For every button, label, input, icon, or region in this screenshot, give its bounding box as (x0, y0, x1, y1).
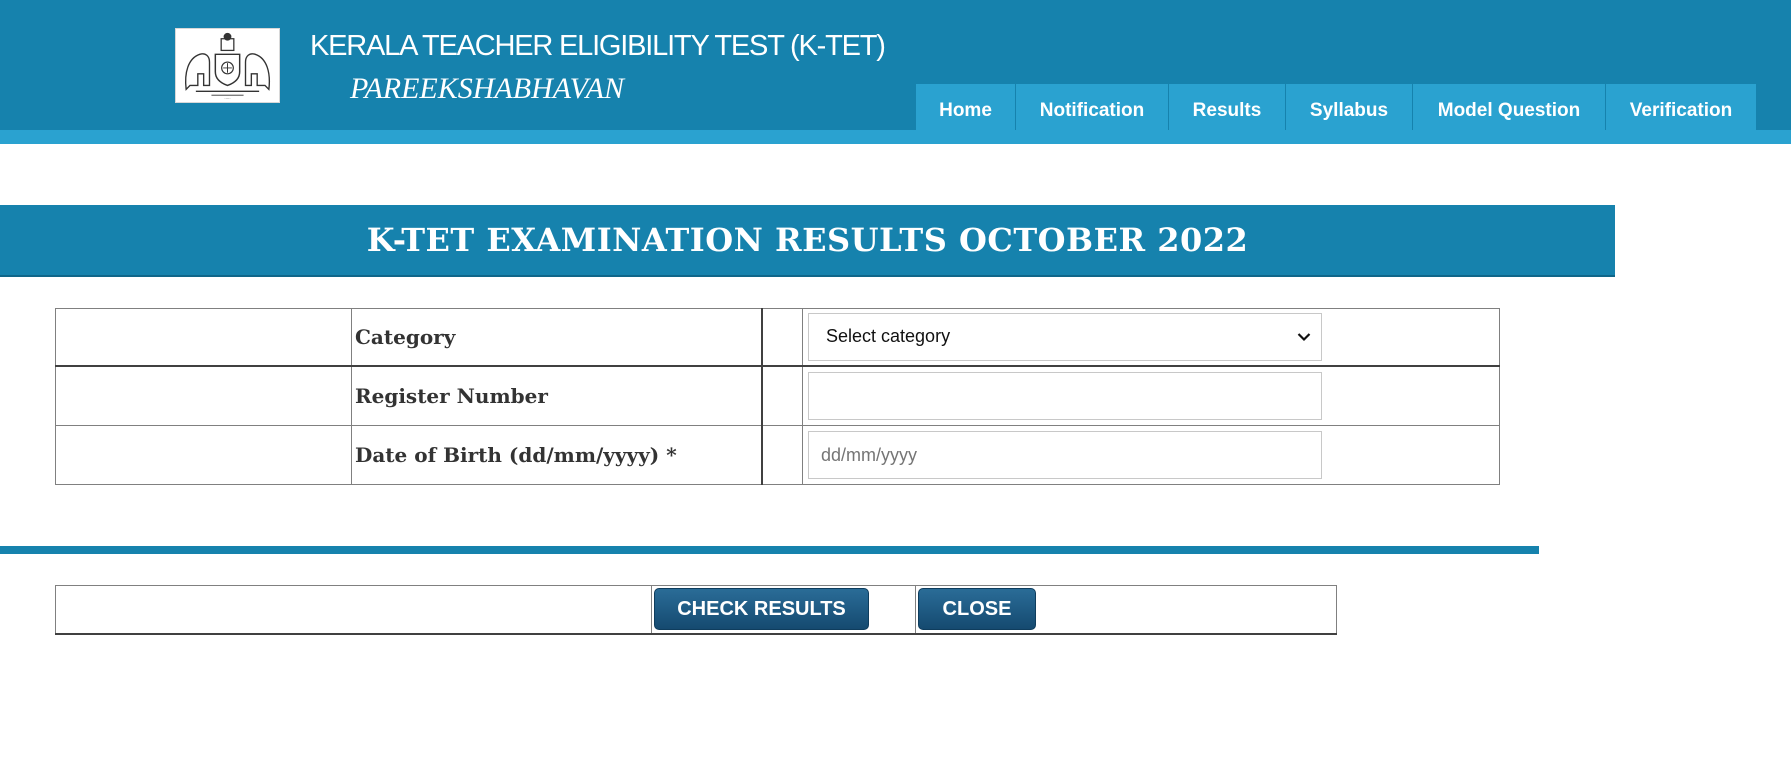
category-select[interactable]: Select category (808, 312, 1322, 361)
date-of-birth-input[interactable]: dd/mm/yyyy (808, 431, 1322, 479)
close-cell: CLOSE (915, 585, 1337, 635)
action-spacer-cell (55, 585, 652, 635)
site-header: ····· KERALA TEACHER ELIGIBILITY TEST (K… (0, 0, 1791, 130)
site-title: KERALA TEACHER ELIGIBILITY TEST (K-TET) (310, 30, 886, 62)
nav-item-notification[interactable]: Notification (1016, 84, 1169, 130)
form-spacer-cell (760, 308, 803, 367)
results-form: Category Select category Register Number… (55, 308, 1500, 485)
check-results-cell: CHECK RESULTS (651, 585, 916, 635)
category-cell: Select category (802, 308, 1500, 367)
form-spacer-cell (760, 425, 803, 485)
date-of-birth-cell: dd/mm/yyyy (802, 425, 1500, 485)
category-label: Category (351, 308, 762, 367)
nav-item-home[interactable]: Home (916, 84, 1016, 130)
nav-item-verification[interactable]: Verification (1606, 84, 1756, 130)
form-spacer-cell (55, 365, 352, 426)
form-spacer-cell (55, 308, 352, 367)
nav-item-syllabus[interactable]: Syllabus (1286, 84, 1413, 130)
nav-item-results[interactable]: Results (1169, 84, 1286, 130)
form-spacer-cell (760, 365, 803, 426)
section-divider (0, 546, 1539, 554)
nav-item-model-question[interactable]: Model Question (1413, 84, 1606, 130)
check-results-button[interactable]: CHECK RESULTS (654, 588, 869, 631)
category-select-value: Select category (826, 326, 951, 347)
action-bar: CHECK RESULTS CLOSE (55, 585, 1337, 635)
form-spacer-cell (55, 425, 352, 485)
header-stripe (0, 130, 1791, 144)
close-button[interactable]: CLOSE (918, 588, 1036, 631)
page-title: K-TET EXAMINATION RESULTS OCTOBER 2022 (0, 205, 1615, 277)
main-nav: Home Notification Results Syllabus Model… (916, 84, 1756, 130)
svg-text:·····: ····· (224, 96, 230, 101)
register-number-input[interactable] (808, 371, 1322, 420)
register-number-cell (802, 365, 1500, 426)
date-of-birth-label: Date of Birth (dd/mm/yyyy) * (351, 425, 762, 485)
site-subtitle: PAREEKSHABHAVAN (350, 72, 625, 105)
chevron-down-icon (1297, 326, 1311, 347)
kerala-emblem-icon: ····· (175, 28, 280, 103)
register-number-label: Register Number (351, 365, 762, 426)
